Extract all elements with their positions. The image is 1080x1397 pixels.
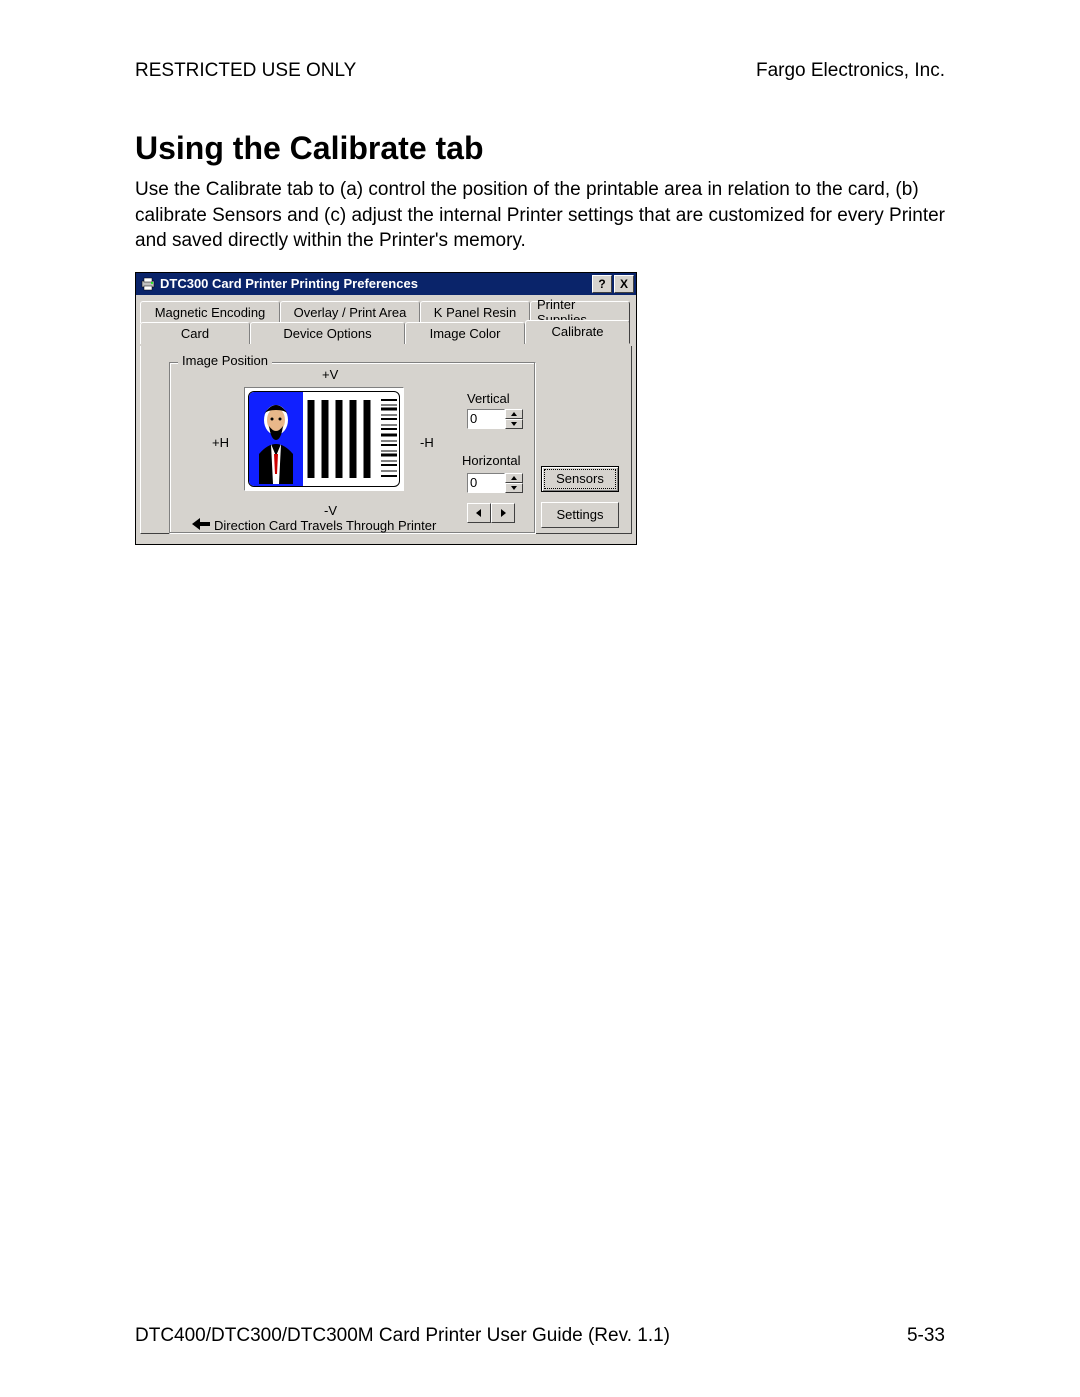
image-position-fieldset: Image Position +V +H -H -V bbox=[169, 362, 536, 534]
footer-left: DTC400/DTC300/DTC300M Card Printer User … bbox=[135, 1325, 670, 1347]
header-left: RESTRICTED USE ONLY bbox=[135, 60, 356, 82]
footer-right: 5-33 bbox=[907, 1325, 945, 1347]
tab-calibrate[interactable]: Calibrate bbox=[525, 320, 630, 344]
tab-k-panel-resin[interactable]: K Panel Resin bbox=[420, 301, 530, 323]
header-right: Fargo Electronics, Inc. bbox=[756, 60, 945, 82]
scroll-right-button[interactable] bbox=[491, 503, 515, 523]
tab-overlay-print-area[interactable]: Overlay / Print Area bbox=[280, 301, 420, 323]
direction-label: Direction Card Travels Through Printer bbox=[214, 518, 436, 533]
close-button[interactable]: X bbox=[614, 275, 634, 293]
page-title: Using the Calibrate tab bbox=[135, 130, 945, 167]
sensors-button[interactable]: Sensors bbox=[541, 466, 619, 492]
label-minus-v: -V bbox=[324, 503, 337, 518]
horizontal-input[interactable] bbox=[467, 473, 505, 493]
horizontal-up-button[interactable] bbox=[505, 473, 523, 483]
label-plus-v: +V bbox=[322, 367, 338, 382]
printer-icon bbox=[140, 276, 156, 292]
horizontal-label: Horizontal bbox=[462, 453, 521, 468]
tab-card[interactable]: Card bbox=[140, 322, 250, 344]
card-photo-icon bbox=[249, 392, 303, 486]
tab-magnetic-encoding[interactable]: Magnetic Encoding bbox=[140, 301, 280, 323]
horizontal-scroll[interactable] bbox=[467, 503, 515, 521]
help-button[interactable]: ? bbox=[592, 275, 612, 293]
settings-button[interactable]: Settings bbox=[541, 502, 619, 528]
vertical-up-button[interactable] bbox=[505, 409, 523, 419]
tab-device-options[interactable]: Device Options bbox=[250, 322, 405, 344]
card-preview bbox=[244, 387, 404, 491]
tab-image-color[interactable]: Image Color bbox=[405, 322, 525, 344]
vertical-input[interactable] bbox=[467, 409, 505, 429]
card-barcode-icon bbox=[379, 392, 399, 486]
preferences-dialog: DTC300 Card Printer Printing Preferences… bbox=[135, 272, 637, 545]
titlebar: DTC300 Card Printer Printing Preferences… bbox=[136, 273, 636, 295]
tab-content: Image Position +V +H -H -V bbox=[140, 346, 632, 534]
label-minus-h: -H bbox=[420, 435, 434, 450]
vertical-label: Vertical bbox=[467, 391, 510, 406]
horizontal-down-button[interactable] bbox=[505, 483, 523, 493]
vertical-spinner[interactable] bbox=[467, 409, 525, 429]
dialog-title: DTC300 Card Printer Printing Preferences bbox=[160, 276, 418, 291]
fieldset-label: Image Position bbox=[178, 353, 272, 368]
card-lines-icon bbox=[303, 392, 379, 486]
body-paragraph: Use the Calibrate tab to (a) control the… bbox=[135, 177, 945, 254]
horizontal-spinner[interactable] bbox=[467, 473, 525, 493]
scroll-left-button[interactable] bbox=[467, 503, 491, 523]
label-plus-h: +H bbox=[212, 435, 229, 450]
vertical-down-button[interactable] bbox=[505, 419, 523, 429]
arrow-left-icon bbox=[192, 518, 210, 533]
